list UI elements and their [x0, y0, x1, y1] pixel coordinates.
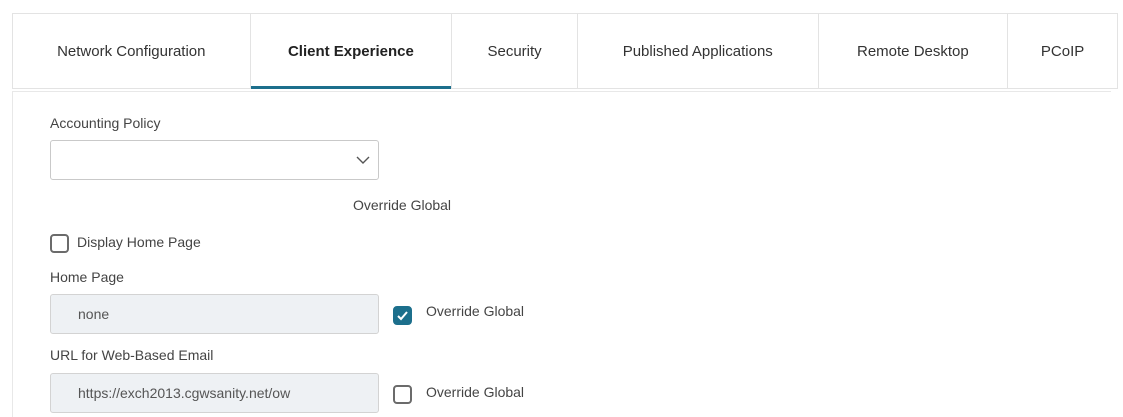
web-email-override-checkbox[interactable]	[393, 385, 412, 404]
tab-pcoip[interactable]: PCoIP	[1008, 14, 1117, 88]
panel-border	[12, 91, 13, 417]
tab-label: Security	[487, 42, 542, 60]
client-experience-page: Network Configuration Client Experience …	[0, 0, 1123, 417]
accounting-policy-select[interactable]	[50, 140, 379, 180]
tab-label: Client Experience	[287, 42, 414, 60]
accounting-policy-label: Accounting Policy	[50, 115, 161, 131]
tab-remote-desktop[interactable]: Remote Desktop	[819, 14, 1009, 88]
home-page-input[interactable]: none	[50, 294, 379, 334]
home-page-override-global-label: Override Global	[426, 303, 525, 319]
tab-client-experience[interactable]: Client Experience	[250, 14, 453, 89]
display-home-page-label: Display Home Page	[77, 234, 201, 250]
tab-bar: Network Configuration Client Experience …	[12, 13, 1118, 89]
home-page-override-checkbox[interactable]	[393, 306, 412, 325]
checkmark-icon	[397, 311, 408, 321]
tab-label: Remote Desktop	[857, 42, 969, 60]
accounting-override-global-label: Override Global	[353, 197, 452, 213]
web-email-override-global-label: Override Global	[426, 384, 525, 400]
chevron-down-icon	[356, 156, 370, 164]
web-email-input[interactable]: https://exch2013.cgwsanity.net/ow	[50, 373, 379, 413]
tab-label: Published Applications	[622, 42, 773, 60]
tab-label: Network Configuration	[57, 42, 206, 60]
tab-label: PCoIP	[1040, 42, 1085, 60]
tab-network-configuration[interactable]: Network Configuration	[13, 14, 251, 88]
display-home-page-checkbox[interactable]	[50, 234, 69, 253]
web-email-label: URL for Web-Based Email	[50, 347, 214, 363]
tab-published-applications[interactable]: Published Applications	[578, 14, 819, 88]
home-page-label: Home Page	[50, 269, 124, 285]
tab-security[interactable]: Security	[452, 14, 578, 88]
panel-divider	[12, 91, 1111, 92]
